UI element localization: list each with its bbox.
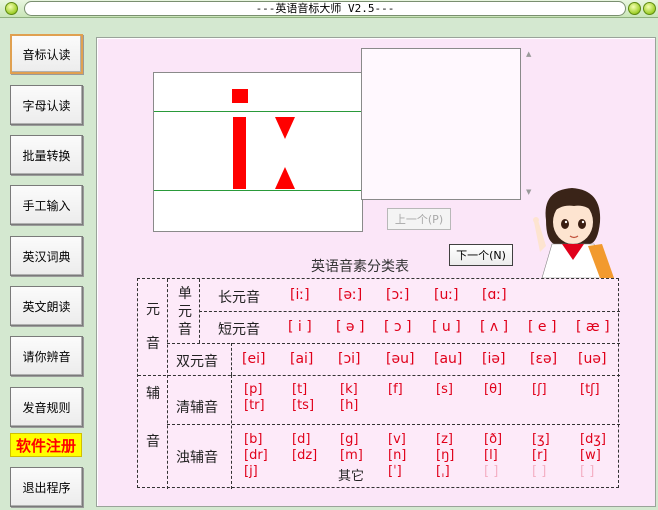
prev-button[interactable]: 上一个(P) [387,208,451,230]
phoneme-cell[interactable]: [ʒ] [532,433,550,447]
secondary-stress-mark[interactable]: [ˌ] [436,465,450,479]
sidebar-item-letter-reading[interactable]: 字母认读 [10,85,83,125]
divider [231,375,232,489]
sidebar-item-read-aloud[interactable]: 英文朗读 [10,286,83,326]
sidebar-item-manual-input[interactable]: 手工输入 [10,185,83,225]
word-sample-box[interactable] [361,48,521,200]
phoneme-cell[interactable]: [s] [436,383,453,397]
phoneme-cell[interactable]: [əː] [338,287,362,303]
phoneme-cell[interactable]: [dʒ] [580,433,606,447]
short-vowel-label: 短元音 [218,322,260,338]
phoneme-cell[interactable]: [ɔi] [338,351,361,367]
phoneme-cell[interactable]: [ɔː] [386,287,409,303]
divider [231,343,232,375]
phoneme-cell[interactable]: [h] [340,399,358,413]
phoneme-cell[interactable]: [t] [292,383,307,397]
phoneme-cell[interactable]: [dz] [292,449,317,463]
phoneme-cell[interactable]: [b] [244,433,262,447]
phoneme-cell[interactable]: [uː] [434,287,459,303]
monophthong-label: 音 [178,322,192,338]
phoneme-table: 元 音 单 元 音 长元音 短元音 双元音 辅 音 清辅音 浊辅音 [iː] [… [137,278,620,489]
phoneme-cell[interactable]: [uə] [578,351,606,367]
phonetic-glyph [232,89,295,189]
phoneme-cell[interactable]: [w] [580,449,601,463]
scroll-up-icon[interactable]: ▲ [526,50,531,58]
exit-button[interactable]: 退出程序 [10,467,83,507]
phoneme-cell[interactable]: [ ə ] [336,319,364,335]
sidebar-item-pronunciation-rules[interactable]: 发音规则 [10,387,83,427]
consonant-label: 辅 [146,386,160,402]
phoneme-cell[interactable]: [ æ ] [576,319,610,335]
phoneme-cell[interactable]: [iː] [290,287,310,303]
divider [138,375,620,376]
phoneme-cell[interactable]: [θ] [484,383,502,397]
divider [199,311,620,312]
phoneme-cell[interactable]: [ ] [484,465,498,479]
divider [167,279,168,489]
phoneme-cell[interactable]: [iə] [482,351,505,367]
vowel-label: 元 [146,302,160,318]
phoneme-cell[interactable]: [p] [244,383,262,397]
phoneme-cell[interactable]: [ai] [290,351,313,367]
monophthong-label: 单 [178,286,192,302]
phoneme-cell[interactable]: [dr] [244,449,268,463]
phoneme-cell[interactable]: [f] [388,383,403,397]
stress-mark[interactable]: [ˈ] [388,465,402,479]
phoneme-cell[interactable]: [ɑː] [482,287,507,303]
voiced-label: 浊辅音 [176,450,218,466]
phoneme-cell[interactable]: [ts] [292,399,314,413]
mascot-illustration [533,188,614,278]
phoneme-cell[interactable]: [ei] [242,351,265,367]
monophthong-label: 元 [178,304,192,320]
other-label: 其它 [338,469,365,484]
phoneme-cell[interactable]: [tʃ] [580,383,600,397]
phoneme-cell[interactable]: [ʃ] [532,383,547,397]
voiceless-label: 清辅音 [176,400,218,416]
phoneme-cell[interactable]: [l] [484,449,498,463]
table-title: 英语音素分类表 [311,259,409,275]
phoneme-cell[interactable]: [εə] [530,351,557,367]
consonant-label: 音 [146,434,160,450]
sidebar-item-dictionary[interactable]: 英汉词典 [10,236,83,276]
sidebar-item-batch-convert[interactable]: 批量转换 [10,135,83,175]
phoneme-cell[interactable]: [j] [244,465,258,479]
phoneme-cell[interactable]: [ ] [580,465,594,479]
register-button[interactable]: 软件注册 [10,433,82,457]
phonetic-display: iː [153,72,363,232]
phoneme-cell[interactable]: [d] [292,433,310,447]
close-icon[interactable] [643,2,656,15]
phoneme-cell[interactable]: [ i ] [288,319,312,335]
phoneme-cell[interactable]: [ð] [484,433,502,447]
phoneme-cell[interactable]: [ u ] [432,319,461,335]
sidebar-item-phonetic-reading[interactable]: 音标认读 [10,34,83,74]
sidebar: 音标认读 字母认读 批量转换 手工输入 英汉词典 英文朗读 请你辨音 发音规则 … [0,18,92,510]
phoneme-cell[interactable]: [n] [388,449,406,463]
phoneme-cell[interactable]: [əu] [386,351,414,367]
phoneme-cell[interactable]: [g] [340,433,358,447]
phoneme-cell[interactable]: [ ɔ ] [384,319,412,335]
long-vowel-label: 长元音 [218,290,260,306]
title-bar: ---英语音标大师 V2.5--- [0,0,658,18]
diphthong-label: 双元音 [176,354,218,370]
phoneme-cell[interactable]: [k] [340,383,358,397]
minimize-icon[interactable] [628,2,641,15]
phoneme-cell[interactable]: [v] [388,433,406,447]
phoneme-cell[interactable]: [ ] [532,465,546,479]
phoneme-cell[interactable]: [m] [340,449,363,463]
phoneme-cell[interactable]: [tr] [244,399,265,413]
phoneme-cell[interactable]: [z] [436,433,453,447]
phoneme-cell[interactable]: [ŋ] [436,449,454,463]
phoneme-cell[interactable]: [r] [532,449,548,463]
phoneme-cell[interactable]: [ e ] [528,319,556,335]
menu-icon[interactable] [5,2,18,15]
vowel-label: 音 [146,336,160,352]
next-button[interactable]: 下一个(N) [449,244,513,266]
divider [167,343,620,344]
phoneme-cell[interactable]: [au] [434,351,462,367]
window-title: ---英语音标大师 V2.5--- [24,1,626,16]
phoneme-cell[interactable]: [ ʌ ] [480,319,508,335]
sidebar-item-sound-quiz[interactable]: 请你辨音 [10,336,83,376]
divider [167,424,620,425]
scrollbar[interactable]: ▲ ▼ [524,48,536,200]
